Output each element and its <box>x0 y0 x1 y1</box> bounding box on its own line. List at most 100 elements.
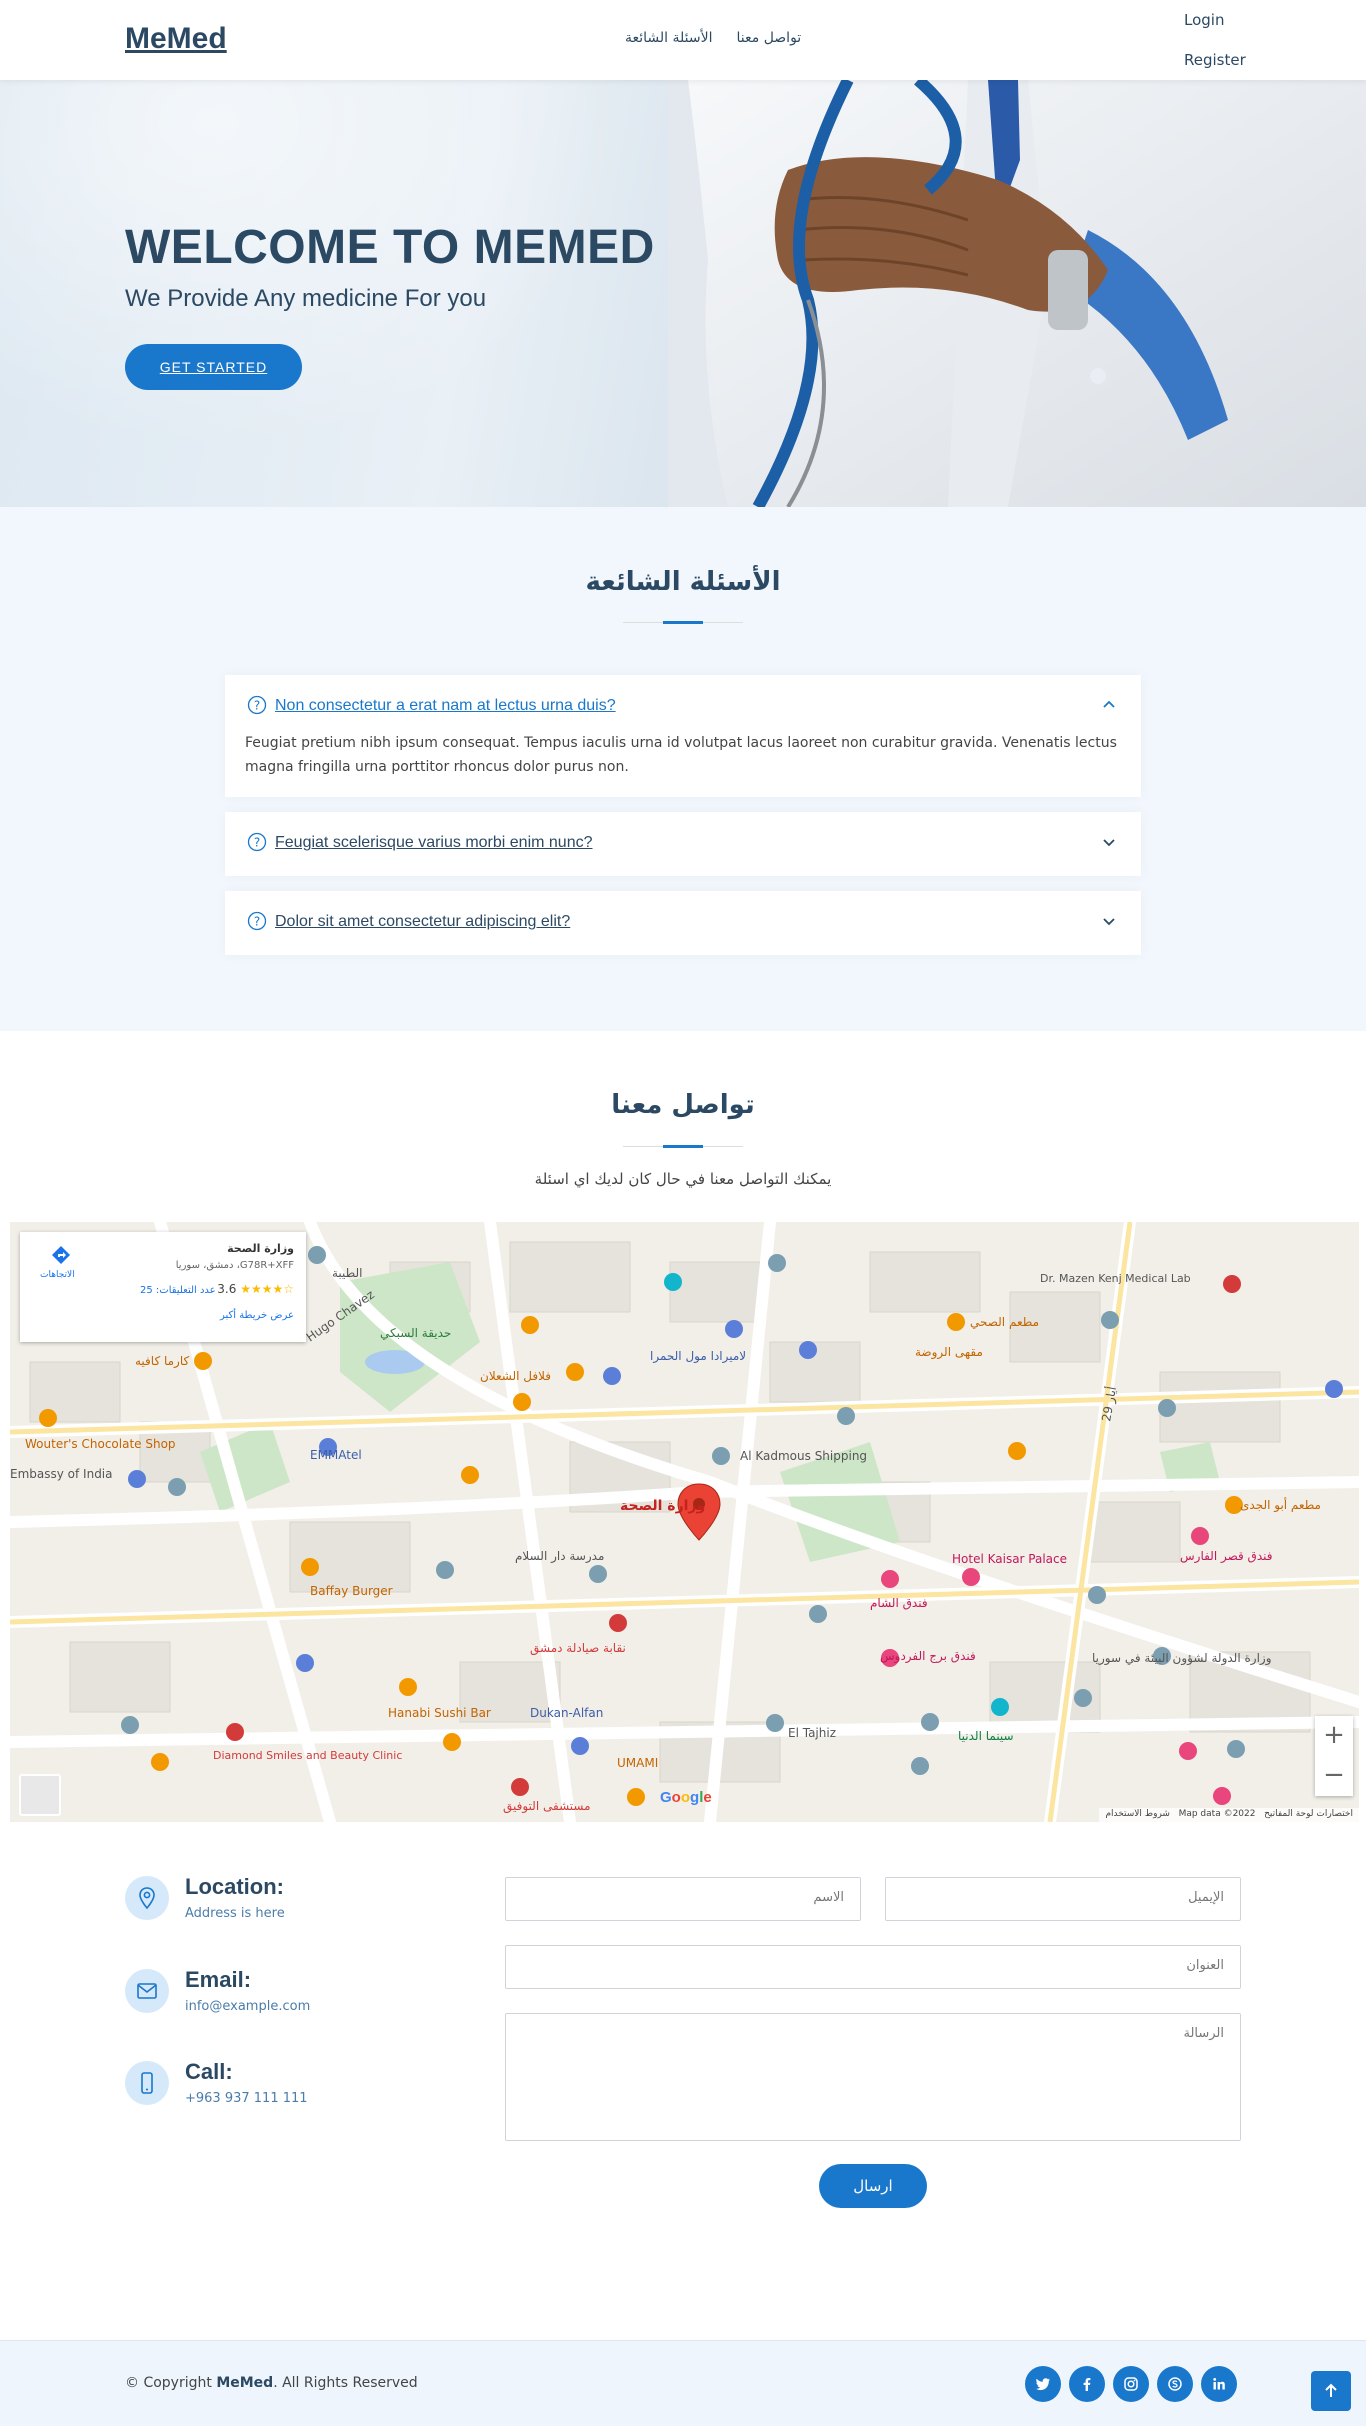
instagram-icon[interactable] <box>1113 2366 1149 2402</box>
zoom-in-button[interactable]: + <box>1315 1716 1353 1756</box>
site-footer: © Copyright MeMed. All Rights Reserved <box>0 2340 1366 2426</box>
directions-label[interactable]: الاتجاهات <box>40 1270 75 1280</box>
linkedin-icon[interactable] <box>1201 2366 1237 2402</box>
svg-text:?: ? <box>254 915 260 929</box>
map-label: مدرسة دار السلام <box>515 1549 604 1564</box>
chevron-down-icon[interactable] <box>1101 913 1117 929</box>
map-label: Embassy of India <box>10 1467 113 1481</box>
map-label: فندق قصر الفارس <box>1180 1549 1273 1564</box>
directions-icon[interactable] <box>50 1244 72 1266</box>
map-label: UMAMI <box>617 1756 658 1770</box>
arrow-up-icon <box>1325 2383 1337 2397</box>
facebook-icon[interactable] <box>1069 2366 1105 2402</box>
question-circle-icon: ? <box>247 832 267 852</box>
site-header: MeMed تواصل معنا الأسئلة الشائعة Login R… <box>0 0 1366 80</box>
map-label: Dr. Mazen Kenj Medical Lab <box>1040 1272 1191 1285</box>
map-label: مقهى الروضة <box>915 1345 983 1360</box>
copyright-text: © Copyright MeMed. All Rights Reserved <box>125 2375 418 2391</box>
email-value[interactable]: info@example.com <box>185 1999 310 2014</box>
map-footer: شروط الاستخدام Map data ©2022 اختصارات ل… <box>1099 1808 1359 1822</box>
back-to-top-button[interactable] <box>1311 2371 1351 2411</box>
faq-question[interactable]: Non consectetur a erat nam at lectus urn… <box>275 697 616 715</box>
question-circle-icon: ? <box>247 695 267 715</box>
chevron-up-icon[interactable] <box>1101 697 1117 713</box>
copyright-prefix: © Copyright <box>125 2375 212 2391</box>
bigger-map-link[interactable]: عرض خريطة أكبر <box>220 1310 294 1321</box>
place-address: G78R+XFF، دمشق، سوريا <box>175 1260 294 1271</box>
map-label: Diamond Smiles and Beauty Clinic <box>213 1749 402 1762</box>
faq-item[interactable]: ? Dolor sit amet consectetur adipiscing … <box>225 891 1141 955</box>
copyright-suffix: . All Rights Reserved <box>273 2375 418 2391</box>
map-label: مطعم الصحي <box>970 1315 1039 1329</box>
email-field[interactable]: الإيميل <box>885 1877 1241 1921</box>
contact-title-divider <box>623 1145 743 1148</box>
map-label: Hotel Kaisar Palace <box>952 1552 1067 1566</box>
envelope-icon <box>125 1969 169 2013</box>
doctor-image <box>668 80 1366 507</box>
contact-title: تواصل معنا <box>611 1090 755 1120</box>
map-label: فلافل الشعلان <box>480 1369 551 1383</box>
question-circle-icon: ? <box>247 911 267 931</box>
nav-faq[interactable]: الأسئلة الشائعة <box>625 30 713 46</box>
location-pin-icon <box>125 1876 169 1920</box>
place-name: وزارة الصحة <box>227 1242 294 1255</box>
map-label: سينما الدنيا <box>958 1729 1014 1743</box>
map-label: مطعم أبو الجدى <box>1240 1497 1321 1513</box>
message-field[interactable]: الرسالة <box>505 2013 1241 2141</box>
site-logo[interactable]: MeMed <box>125 22 227 56</box>
map-label: الطيبة <box>332 1266 363 1280</box>
map-label: Al Kadmous Shipping <box>740 1449 867 1463</box>
submit-button[interactable]: ارسال <box>819 2164 927 2208</box>
map-terms-link[interactable]: شروط الاستخدام <box>1105 1809 1170 1819</box>
email-title: Email: <box>185 1967 252 1992</box>
location-title: Location: <box>185 1874 284 1899</box>
faq-item[interactable]: ? Non consectetur a erat nam at lectus u… <box>225 675 1141 797</box>
embedded-map[interactable]: الطيبة Hugo Chavez حديقة السبكي فلافل ال… <box>10 1222 1359 1822</box>
faq-question[interactable]: Dolor sit amet consectetur adipiscing el… <box>275 913 570 931</box>
faq-item[interactable]: ? Feugiat scelerisque varius morbi enim … <box>225 812 1141 876</box>
nav-contact[interactable]: تواصل معنا <box>737 30 802 46</box>
map-label: لاميرادا مول الحمرا <box>650 1349 746 1364</box>
location-value: Address is here <box>185 1906 285 1921</box>
zoom-out-button[interactable]: − <box>1315 1756 1353 1796</box>
get-started-button[interactable]: GET STARTED <box>125 344 302 390</box>
map-label: Hanabi Sushi Bar <box>388 1706 491 1720</box>
hero-subtitle: We Provide Any medicine For you <box>125 285 487 312</box>
map-label: نقابة صيادلة دمشق <box>530 1641 626 1656</box>
phone-icon <box>125 2061 169 2105</box>
hero-title: WELCOME TO MEMED <box>125 221 655 274</box>
call-value[interactable]: +963 937 111 111 <box>185 2091 308 2106</box>
login-link[interactable]: Login <box>1184 10 1246 30</box>
map-label: Wouter's Chocolate Shop <box>25 1437 176 1451</box>
faq-question[interactable]: Feugiat scelerisque varius morbi enim nu… <box>275 834 592 852</box>
map-label: وزارة الدولة لشؤون البيئة في سوريا <box>1092 1651 1272 1666</box>
twitter-icon[interactable] <box>1025 2366 1061 2402</box>
google-logo: Google <box>660 1789 712 1806</box>
map-label: Dukan-Alfan <box>530 1706 603 1720</box>
map-pin-label: وزارة الصحة <box>620 1498 705 1514</box>
subject-field[interactable]: العنوان <box>505 1945 1241 1989</box>
map-label: حديقة السبكي <box>380 1326 451 1340</box>
chevron-down-icon[interactable] <box>1101 834 1117 850</box>
svg-text:?: ? <box>254 836 260 850</box>
skype-icon[interactable] <box>1157 2366 1193 2402</box>
map-zoom-controls: + − <box>1315 1716 1353 1796</box>
place-rating: 3.6 <box>217 1282 237 1296</box>
map-shortcuts-link[interactable]: اختصارات لوحة المفاتيح <box>1264 1809 1353 1819</box>
place-reviews-link[interactable]: عدد التعليقات: 25 <box>140 1285 216 1296</box>
map-label: El Tajhiz <box>788 1726 836 1740</box>
register-link[interactable]: Register <box>1184 50 1246 70</box>
social-links <box>1025 2366 1237 2402</box>
call-title: Call: <box>185 2059 233 2084</box>
contact-subtitle: يمكنك التواصل معنا في حال كان لديك اي اس… <box>534 1170 832 1188</box>
place-rating-row: 3.6 ★★★★☆ <box>217 1282 294 1296</box>
map-label: فندق برج الفردوس <box>880 1649 976 1664</box>
name-field[interactable]: الاسم <box>505 1877 861 1921</box>
faq-title-divider <box>623 621 743 624</box>
faq-answer: Feugiat pretium nibh ipsum consequat. Te… <box>245 735 1117 775</box>
map-label: كارما كافيه <box>135 1354 190 1369</box>
map-label: Baffay Burger <box>310 1584 393 1598</box>
svg-text:?: ? <box>254 699 260 713</box>
map-label: فندق الشام <box>870 1596 928 1610</box>
map-label: مستشفى التوفيق <box>503 1799 591 1814</box>
